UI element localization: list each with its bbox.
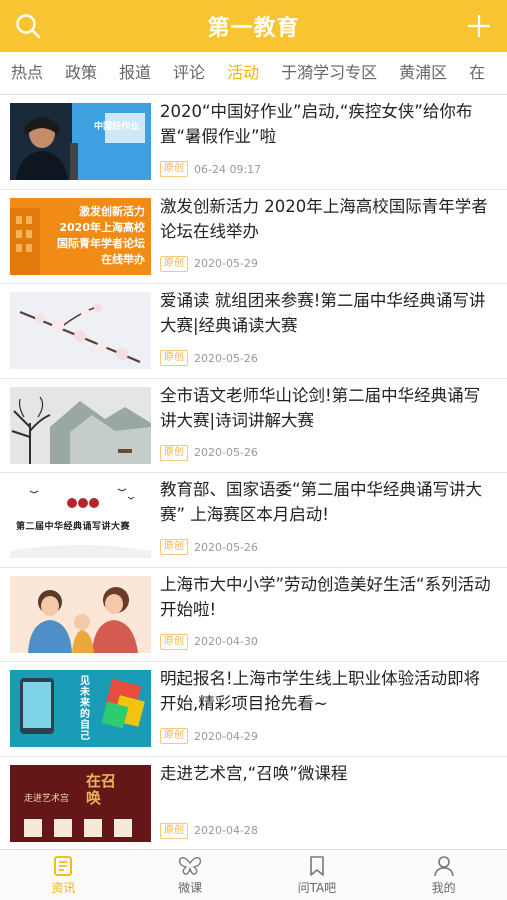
tab-more[interactable]: 在: [458, 52, 496, 94]
news-title: 全市语文老师华山论剑!第二届中华经典诵写讲大赛|诗词讲解大赛: [160, 385, 481, 430]
nav-mine[interactable]: 我的: [380, 850, 507, 900]
nav-label: 问TA吧: [297, 880, 337, 895]
news-meta: 原创 2020-05-26: [160, 539, 258, 555]
news-thumbnail: [10, 575, 151, 653]
original-badge: 原创: [160, 161, 188, 177]
news-date: 2020-04-30: [194, 635, 258, 648]
app-title: 第一教育: [207, 15, 300, 41]
news-title: 2020“中国好作业”启动,“疾控女侠”给你布置“暑假作业”啦: [160, 102, 473, 146]
user-icon: [433, 855, 454, 876]
news-date: 2020-05-26: [194, 351, 258, 365]
news-title: 激发创新活力 2020年上海高校国际青年学者论坛在线举办: [160, 196, 488, 241]
news-meta: 原创 2020-04-30: [160, 633, 258, 650]
news-date: 2020-05-26: [194, 446, 258, 459]
news-title: 走进艺术宫,“召唤”微课程: [160, 763, 348, 783]
news-thumbnail: [10, 386, 151, 464]
thumbnail-slogan-text: 见未来的自己: [80, 676, 90, 742]
news-item[interactable]: 走进艺术宫 在召唤 走进艺术宫,“召唤”微课程 原创 2020-04-28: [0, 756, 507, 851]
original-badge: 原创: [160, 728, 188, 744]
thumbnail-text-line: 激发创新活力: [79, 204, 145, 218]
original-badge: 原创: [160, 822, 188, 839]
news-item[interactable]: 上海市大中小学”劳动创造美好生活“系列活动开始啦! 原创 2020-04-30: [0, 567, 507, 662]
news-title: 爱诵读 就组团来参赛!第二届中华经典诵写讲大赛|经典诵读大赛: [160, 291, 486, 335]
thumbnail-caption-text: 走进艺术宫: [24, 793, 70, 804]
news-title: 上海市大中小学”劳动创造美好生活“系列活动开始啦!: [160, 574, 491, 619]
news-item[interactable]: 见未来的自己 明起报名!上海市学生线上职业体验活动即将开始,精彩项目抢先看~ 原…: [0, 662, 507, 757]
nav-label: 我的: [431, 880, 456, 895]
news-title: 明起报名!上海市学生线上职业体验活动即将开始,精彩项目抢先看~: [160, 669, 481, 713]
news-item[interactable]: 爱诵读 就组团来参赛!第二届中华经典诵写讲大赛|经典诵读大赛 原创 2020-0…: [0, 284, 507, 379]
news-meta: 原创 2020-04-28: [160, 822, 258, 839]
thumbnail-banner-text: 第二届中华经典诵写讲大赛: [16, 522, 131, 532]
app-root: 第一教育 热点 政策 报道 评论 活动 于漪学习专区 黄浦区 在 中国好作业 2…: [0, 0, 507, 900]
news-thumbnail: 第二届中华经典诵写讲大赛: [10, 481, 151, 558]
news-list: 中国好作业 2020“中国好作业”启动,“疾控女侠”给你布置“暑假作业”啦 原创…: [0, 95, 507, 851]
news-item[interactable]: 中国好作业 2020“中国好作业”启动,“疾控女侠”给你布置“暑假作业”啦 原创…: [0, 95, 507, 190]
category-tabs: 热点 政策 报道 评论 活动 于漪学习专区 黄浦区 在: [0, 52, 507, 95]
thumbnail-text-line: 国际青年学者论坛: [57, 236, 145, 250]
news-thumbnail: [10, 292, 151, 369]
search-button[interactable]: [12, 10, 44, 42]
news-thumbnail: 见未来的自己: [10, 670, 151, 747]
tab-huangpu[interactable]: 黄浦区: [388, 52, 458, 94]
news-date: 06-24 09:17: [194, 162, 262, 176]
tab-reports[interactable]: 报道: [108, 52, 162, 94]
add-button[interactable]: [463, 10, 495, 42]
bottom-navigation: 资讯 微课 问TA吧 我的: [0, 849, 507, 900]
tab-hot[interactable]: 热点: [0, 52, 54, 94]
butterfly-icon: [179, 856, 202, 875]
tab-activities[interactable]: 活动: [216, 52, 270, 94]
original-badge: 原创: [160, 350, 188, 366]
nav-ask-ta[interactable]: 问TA吧: [254, 850, 381, 900]
tab-comments[interactable]: 评论: [162, 52, 216, 94]
news-thumbnail: 中国好作业: [10, 103, 151, 180]
news-meta: 原创 2020-05-26: [160, 444, 258, 461]
top-header: 第一教育: [0, 0, 507, 52]
news-date: 2020-04-28: [194, 824, 258, 837]
nav-microcourse[interactable]: 微课: [127, 850, 254, 900]
tab-policy[interactable]: 政策: [54, 52, 108, 94]
news-date: 2020-05-26: [194, 540, 258, 554]
news-date: 2020-05-29: [194, 257, 258, 270]
news-date: 2020-04-29: [194, 729, 258, 743]
bookmark-icon: [310, 855, 324, 876]
search-icon: [16, 14, 41, 39]
news-icon: [54, 855, 73, 876]
original-badge: 原创: [160, 255, 188, 272]
news-meta: 原创 2020-05-26: [160, 350, 258, 366]
news-title: 教育部、国家语委“第二届中华经典诵写讲大赛” 上海赛区本月启动!: [160, 480, 483, 524]
nav-news[interactable]: 资讯: [0, 850, 127, 900]
tab-yuyi-study[interactable]: 于漪学习专区: [270, 52, 388, 94]
original-badge: 原创: [160, 444, 188, 461]
nav-label: 微课: [178, 880, 203, 895]
news-thumbnail: 走进艺术宫 在召唤: [10, 764, 151, 842]
thumbnail-logo-text: 中国好作业: [94, 122, 140, 132]
news-item[interactable]: 激发创新活力 2020年上海高校 国际青年学者论坛 在线举办 激发创新活力 20…: [0, 189, 507, 284]
news-meta: 原创 06-24 09:17: [160, 161, 261, 177]
plus-icon: [468, 15, 490, 37]
original-badge: 原创: [160, 633, 188, 650]
thumbnail-big-text: 在召唤: [86, 771, 117, 807]
news-item[interactable]: 第二届中华经典诵写讲大赛 教育部、国家语委“第二届中华经典诵写讲大赛” 上海赛区…: [0, 473, 507, 568]
thumbnail-text-line: 2020年上海高校: [59, 220, 145, 234]
news-thumbnail: 激发创新活力 2020年上海高校 国际青年学者论坛 在线举办: [10, 197, 151, 275]
nav-label: 资讯: [51, 880, 76, 895]
news-meta: 原创 2020-04-29: [160, 728, 258, 744]
thumbnail-text-line: 在线举办: [101, 252, 145, 266]
original-badge: 原创: [160, 539, 188, 555]
news-item[interactable]: 全市语文老师华山论剑!第二届中华经典诵写讲大赛|诗词讲解大赛 原创 2020-0…: [0, 378, 507, 473]
news-meta: 原创 2020-05-29: [160, 255, 258, 272]
